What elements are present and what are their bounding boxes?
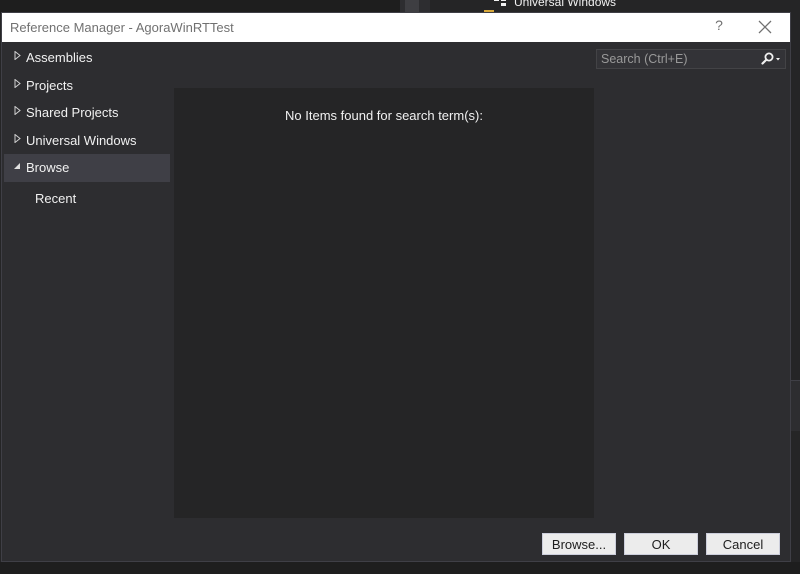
nav-item-label: Browse xyxy=(26,160,70,175)
ide-side-panel xyxy=(790,380,800,431)
collapsed-arrow-icon[interactable] xyxy=(12,44,22,71)
search-input[interactable] xyxy=(597,50,761,68)
cancel-button[interactable]: Cancel xyxy=(706,533,780,555)
search-box xyxy=(596,49,786,69)
close-button[interactable] xyxy=(754,15,776,37)
nav-item-universal-windows[interactable]: Universal Windows xyxy=(4,127,170,155)
reference-manager-dialog: Reference Manager - AgoraWinRTTest ? Ass… xyxy=(1,12,791,562)
browse-button[interactable]: Browse... xyxy=(542,533,616,555)
references-icon xyxy=(494,0,508,8)
nav-subitem-recent[interactable]: Recent xyxy=(4,182,170,216)
nav-item-projects[interactable]: Projects xyxy=(4,72,170,100)
empty-results-message: No Items found for search term(s): xyxy=(285,108,483,123)
collapsed-arrow-icon[interactable] xyxy=(12,72,22,99)
dialog-titlebar[interactable]: Reference Manager - AgoraWinRTTest ? xyxy=(2,13,790,42)
nav-item-label: Projects xyxy=(26,77,73,93)
details-pane xyxy=(596,88,790,528)
nav-item-browse[interactable]: Browse xyxy=(4,154,170,182)
nav-subitem-label: Recent xyxy=(35,190,77,206)
solution-explorer-item-label: Universal Windows xyxy=(514,0,617,9)
solution-explorer-item: Universal Windows xyxy=(494,0,616,9)
category-tree: Assemblies Projects Shared Projects Univ… xyxy=(4,43,170,519)
search-button[interactable] xyxy=(757,50,785,68)
nav-item-label: Assemblies xyxy=(26,50,93,65)
expanded-arrow-icon[interactable] xyxy=(12,154,22,181)
search-icon xyxy=(761,52,780,65)
ok-button[interactable]: OK xyxy=(624,533,698,555)
collapsed-arrow-icon[interactable] xyxy=(12,127,22,154)
dialog-title: Reference Manager - AgoraWinRTTest xyxy=(10,20,234,35)
dialog-footer: Browse... OK Cancel xyxy=(2,518,790,561)
results-list[interactable]: No Items found for search term(s): xyxy=(174,88,594,528)
ide-status-area xyxy=(0,562,800,574)
help-button[interactable]: ? xyxy=(710,17,728,37)
nav-item-shared-projects[interactable]: Shared Projects xyxy=(4,99,170,127)
collapsed-arrow-icon[interactable] xyxy=(12,99,22,126)
nav-item-label: Shared Projects xyxy=(26,105,119,120)
nav-item-label: Universal Windows xyxy=(26,132,137,148)
nav-item-assemblies[interactable]: Assemblies xyxy=(4,44,170,72)
close-icon xyxy=(758,20,772,34)
